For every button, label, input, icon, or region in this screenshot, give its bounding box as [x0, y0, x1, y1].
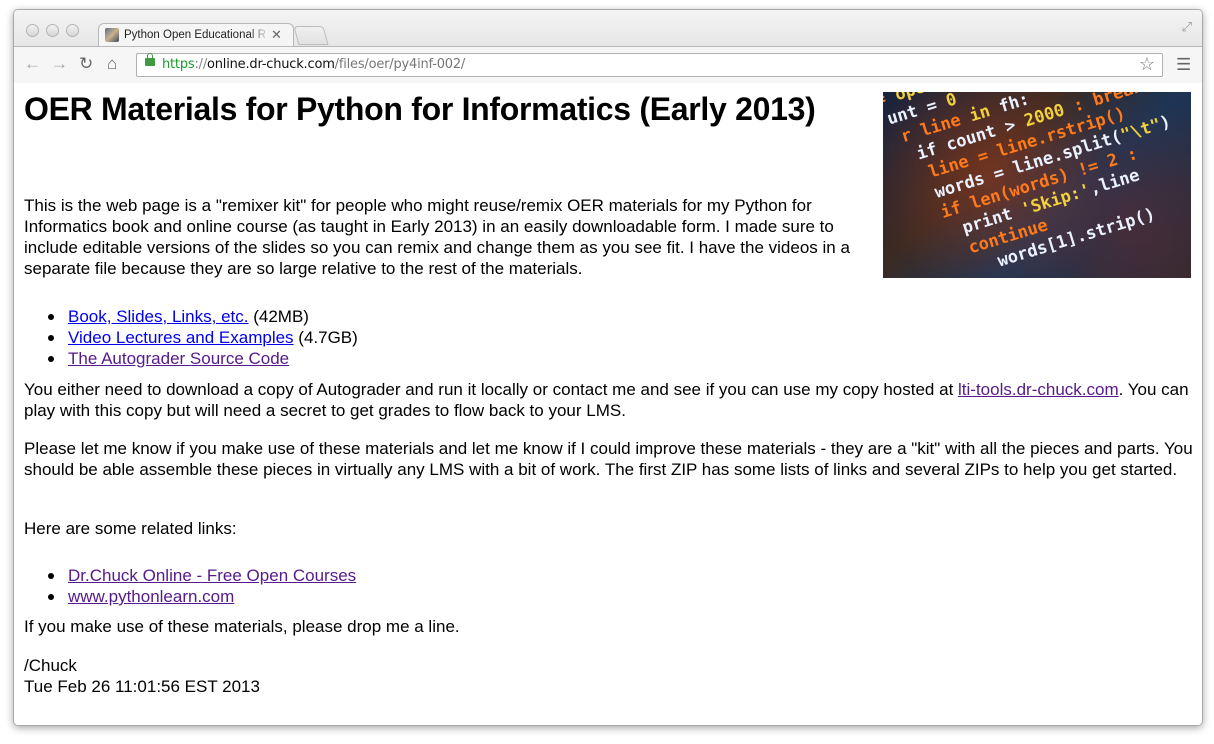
list-item: Book, Slides, Links, etc. (42MB) [24, 306, 358, 327]
hero-image: = open("school.datunt = 0r line in fh:if… [883, 92, 1191, 278]
autograder-source-link[interactable]: The Autograder Source Code [68, 349, 289, 368]
minimize-window-button[interactable] [46, 24, 59, 37]
forward-icon[interactable]: → [51, 54, 68, 74]
drchuck-online-link[interactable]: Dr.Chuck Online - Free Open Courses [68, 566, 356, 585]
list-item: www.pythonlearn.com [24, 586, 356, 607]
lti-tools-link[interactable]: lti-tools.dr-chuck.com [958, 380, 1119, 399]
tab-active[interactable]: Python Open Educational R ✕ [98, 23, 294, 48]
close-tab-icon[interactable]: ✕ [271, 27, 282, 43]
url-text: https://online.dr-chuck.com/files/oer/py… [162, 57, 466, 72]
related-links-list: Dr.Chuck Online - Free Open Courses www.… [24, 565, 356, 607]
back-icon[interactable]: ← [24, 54, 41, 74]
favicon-icon [105, 28, 119, 42]
feedback-paragraph: Please let me know if you make use of th… [24, 439, 1193, 479]
reload-icon[interactable]: ↻ [79, 54, 93, 74]
intro-paragraph: This is the web page is a "remixer kit" … [24, 196, 850, 278]
page-content: = open("school.datunt = 0r line in fh:if… [14, 83, 1202, 725]
browser-toolbar: ← → ↻ ⌂ https://online.dr-chuck.com/file… [14, 46, 1202, 84]
address-bar[interactable]: https://online.dr-chuck.com/files/oer/py… [136, 53, 1163, 77]
pythonlearn-link[interactable]: www.pythonlearn.com [68, 587, 234, 606]
date-stamp: Tue Feb 26 11:01:56 EST 2013 [24, 677, 260, 696]
menu-icon[interactable]: ☰ [1176, 55, 1191, 75]
new-tab-button[interactable] [293, 26, 329, 45]
signature-block: /Chuck Tue Feb 26 11:01:56 EST 2013 [24, 655, 1194, 697]
related-intro: Here are some related links: [24, 519, 237, 538]
list-item: Dr.Chuck Online - Free Open Courses [24, 565, 356, 586]
autograder-paragraph: You either need to download a copy of Au… [24, 380, 1189, 420]
bookmark-star-icon[interactable]: ☆ [1139, 54, 1155, 75]
download-list: Book, Slides, Links, etc. (42MB) Video L… [24, 306, 358, 369]
zoom-window-button[interactable] [66, 24, 79, 37]
closing-paragraph: If you make use of these materials, plea… [24, 617, 460, 636]
tab-strip: Python Open Educational R ✕ ⤢ [14, 10, 1202, 48]
lock-icon [145, 53, 155, 66]
tab-title: Python Open Educational R [124, 29, 266, 41]
video-lectures-link[interactable]: Video Lectures and Examples [68, 328, 294, 347]
home-icon[interactable]: ⌂ [107, 54, 117, 74]
book-slides-link[interactable]: Book, Slides, Links, etc. [68, 307, 248, 326]
signature: /Chuck [24, 656, 77, 675]
list-item: The Autograder Source Code [24, 348, 358, 369]
fullscreen-icon[interactable]: ⤢ [1182, 19, 1192, 35]
browser-window: Python Open Educational R ✕ ⤢ ← → ↻ ⌂ ht… [13, 9, 1203, 726]
page-title: OER Materials for Python for Informatics… [24, 91, 816, 127]
list-item: Video Lectures and Examples (4.7GB) [24, 327, 358, 348]
close-window-button[interactable] [26, 24, 39, 37]
